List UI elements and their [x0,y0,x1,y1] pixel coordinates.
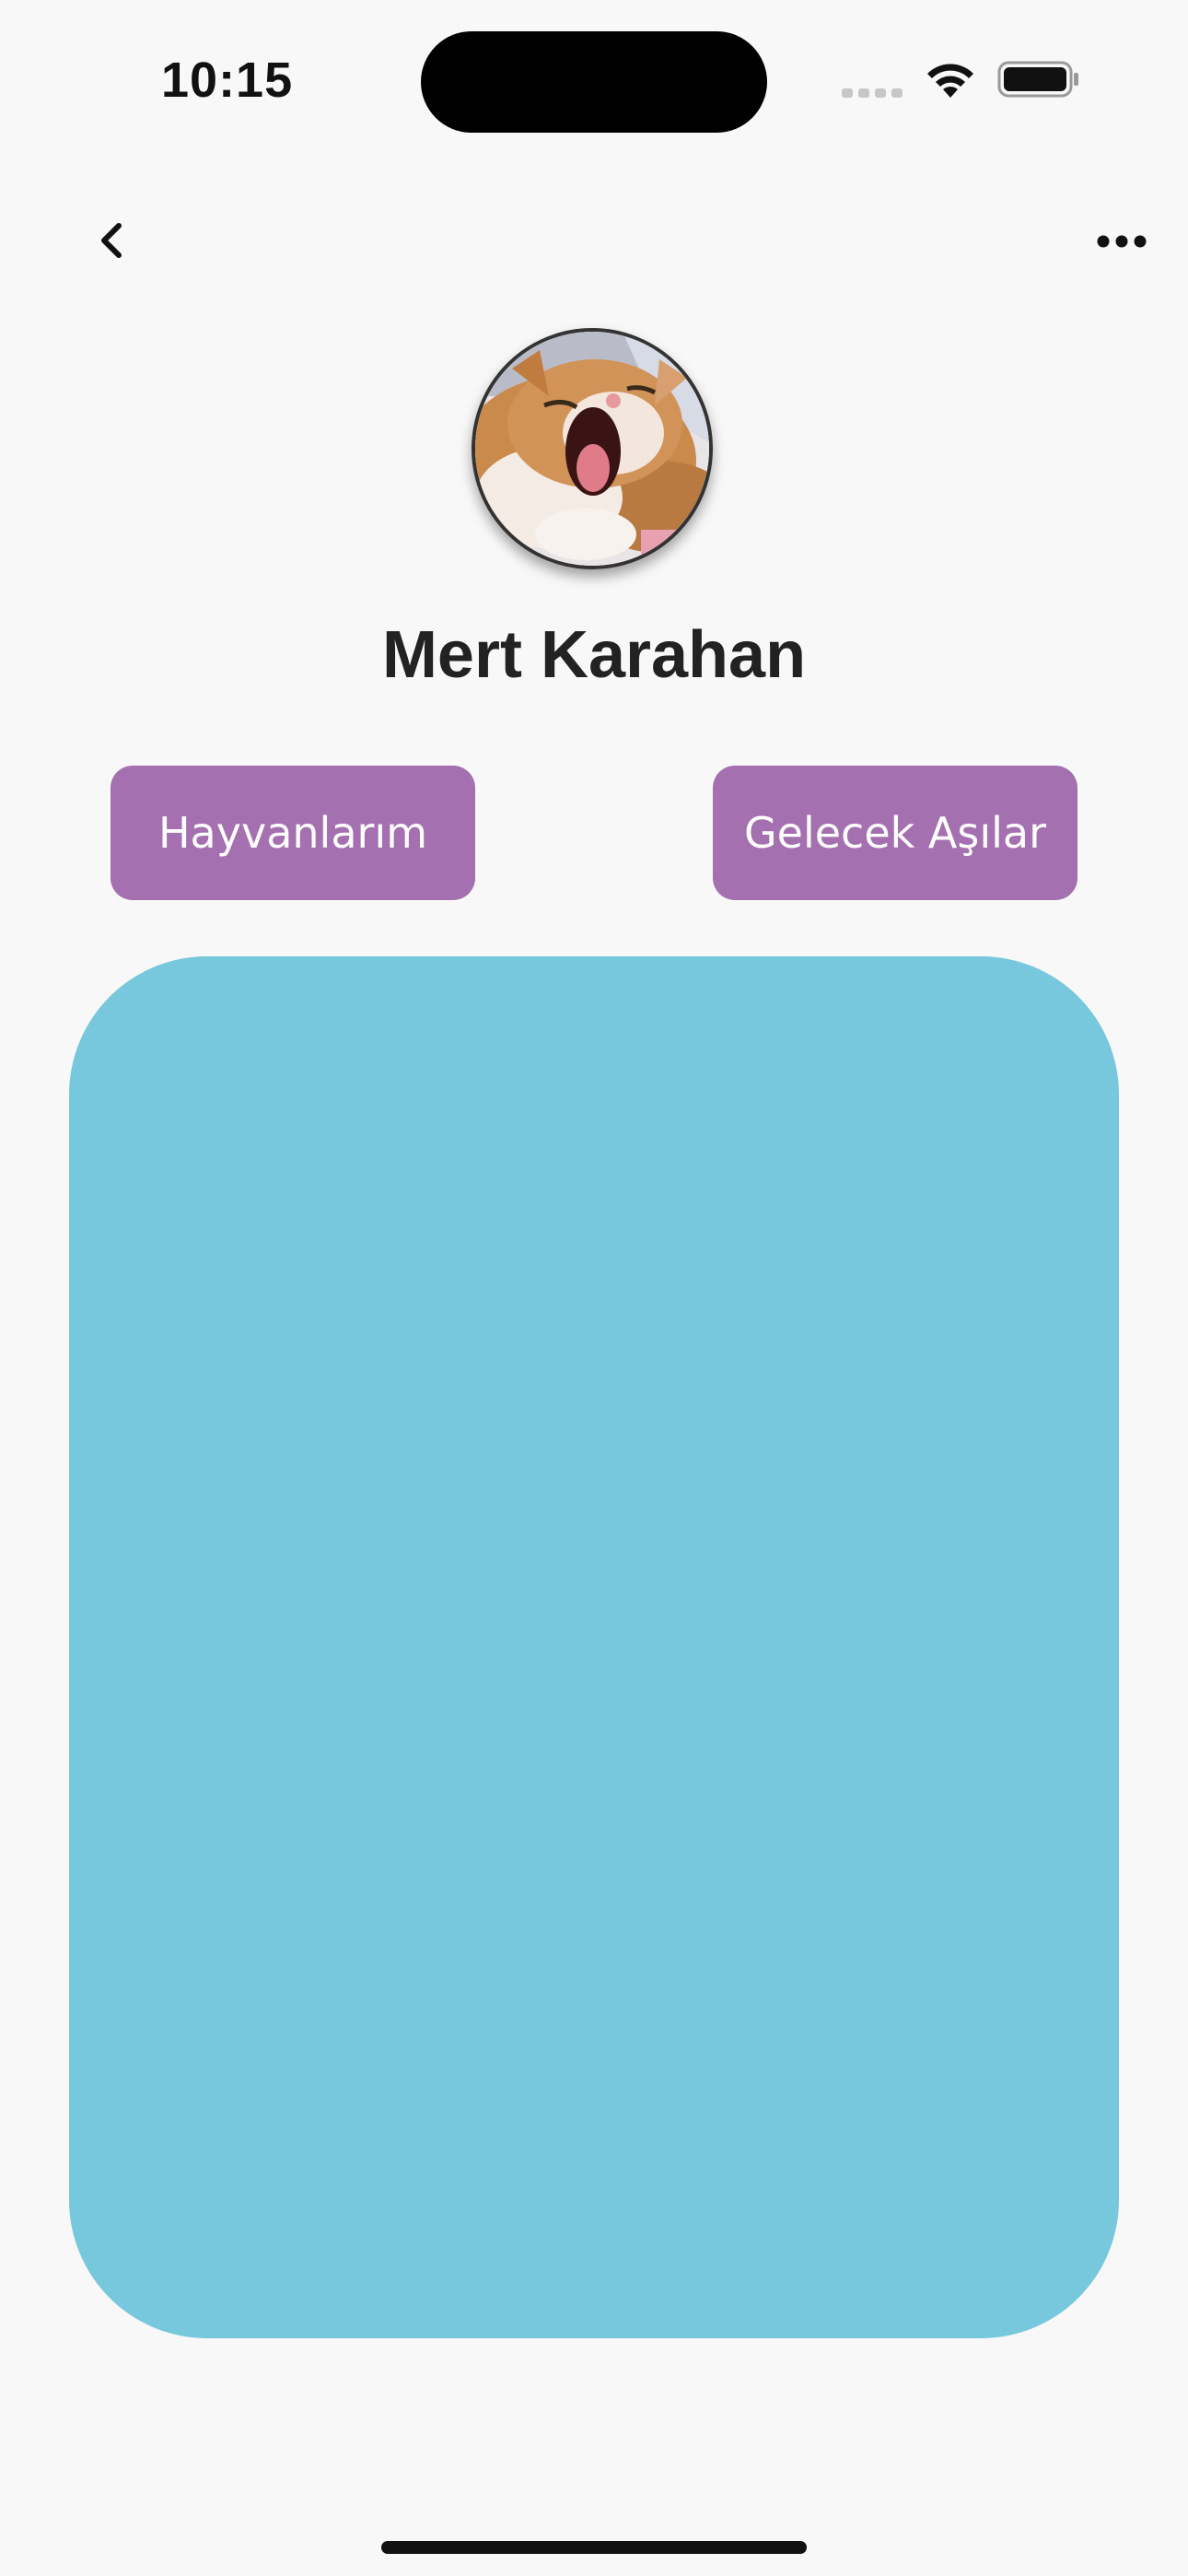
more-options-button[interactable] [1087,214,1157,269]
cellular-signal-icon [842,85,906,98]
my-pets-button[interactable]: Hayvanlarım [111,766,475,900]
ellipsis-icon [1097,235,1147,248]
user-name: Mert Karahan [381,618,807,692]
content-card [69,956,1119,2338]
status-time: 10:15 [161,53,294,108]
battery-icon [997,61,1080,98]
chevron-left-icon [101,223,122,258]
home-indicator[interactable] [381,2541,807,2554]
wifi-icon [923,57,978,100]
avatar[interactable] [472,328,713,569]
dynamic-island [421,31,767,133]
profile-screen: 10:15 Mert Karahan Hayvanlarım Gelecek A… [0,0,1188,2576]
upcoming-vaccines-button[interactable]: Gelecek Aşılar [713,766,1077,900]
back-button[interactable] [83,210,138,271]
cat-photo [475,332,709,566]
